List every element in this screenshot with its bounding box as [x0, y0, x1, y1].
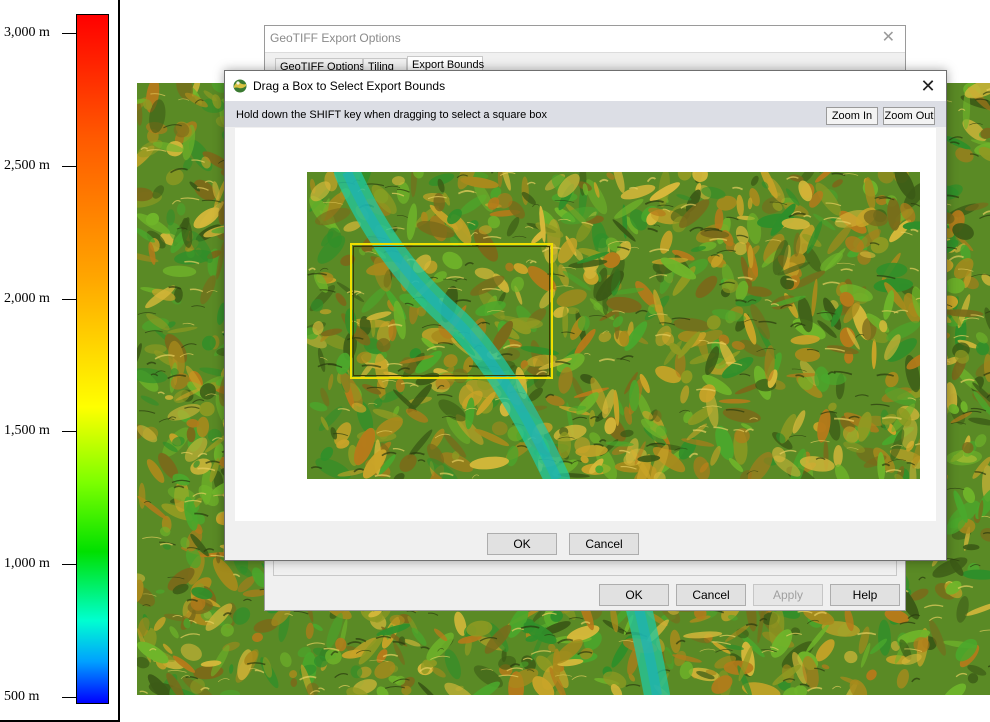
legend-tick-label: 3,000 m: [4, 25, 50, 40]
selection-box[interactable]: [350, 243, 553, 379]
back-dialog-title: GeoTIFF Export Options: [270, 31, 401, 45]
front-dialog-titlebar: Drag a Box to Select Export Bounds ✕: [225, 71, 946, 101]
back-apply-button[interactable]: Apply: [753, 584, 823, 606]
back-cancel-button[interactable]: Cancel: [676, 584, 746, 606]
back-dialog-titlebar: GeoTIFF Export Options ✕: [265, 26, 905, 53]
legend-tick-label: 500 m: [4, 689, 40, 704]
zoom-in-button[interactable]: Zoom In: [826, 107, 878, 125]
legend-tick: [62, 298, 76, 300]
legend-tick-label: 1,500 m: [4, 423, 50, 439]
elevation-color-bar: [76, 14, 109, 704]
back-help-button[interactable]: Help: [830, 584, 900, 606]
front-ok-button[interactable]: OK: [487, 533, 557, 555]
legend-tick: [62, 697, 76, 698]
elevation-map-view[interactable]: [307, 172, 920, 479]
globe-icon: [233, 79, 247, 93]
legend-tick-label: 2,500 m: [4, 157, 50, 173]
front-cancel-button[interactable]: Cancel: [569, 533, 639, 555]
legend-tick: [62, 431, 76, 433]
front-dialog-title: Drag a Box to Select Export Bounds: [253, 79, 446, 93]
legend-tick-label: 1,000 m: [4, 556, 50, 572]
legend-tick-label: 2,000 m: [4, 290, 50, 306]
select-export-bounds-dialog: Drag a Box to Select Export Bounds ✕ Hol…: [224, 70, 947, 561]
map-canvas[interactable]: [235, 128, 936, 521]
back-dialog-close-icon[interactable]: ✕: [882, 29, 895, 47]
legend-tick: [62, 33, 76, 34]
zoom-out-button[interactable]: Zoom Out: [883, 107, 935, 125]
legend-tick: [62, 165, 76, 167]
elevation-legend: 3,000 m 2,500 m 2,000 m 1,500 m 1,000 m 500 m: [0, 0, 120, 722]
back-ok-button[interactable]: OK: [599, 584, 669, 606]
legend-tick: [62, 564, 76, 566]
front-dialog-close-icon[interactable]: ✕: [916, 75, 940, 97]
shift-key-hint: Hold down the SHIFT key when dragging to…: [236, 109, 548, 121]
